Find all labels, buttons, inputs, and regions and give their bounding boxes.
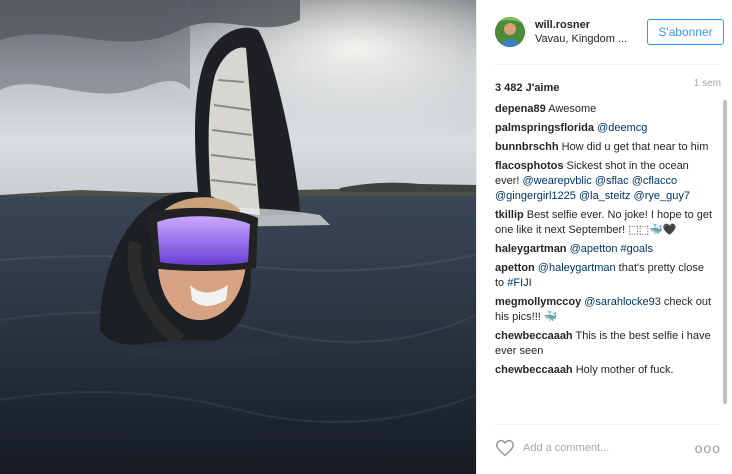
comment-username[interactable]: chewbeccaaah — [495, 364, 573, 376]
comments-list: ~ ~ ~ ~ ~ ~ ~ depena89 Awesome palmsprings… — [495, 96, 713, 410]
avatar-image — [495, 17, 525, 47]
post-sidebar: will.rosner Vavau, Kingdom ... S'abonner… — [476, 0, 732, 474]
comment-text: Awesome — [545, 103, 597, 115]
comment-username[interactable]: palmspringsflorida — [495, 122, 594, 134]
comment-mention[interactable]: @apetton — [570, 243, 618, 255]
post-header: will.rosner Vavau, Kingdom ... S'abonner — [477, 0, 732, 64]
heart-outline-icon[interactable] — [495, 439, 515, 457]
comment-mention[interactable]: @haleygartman — [538, 262, 616, 274]
header-divider — [495, 64, 719, 65]
avatar[interactable] — [495, 17, 525, 47]
comment: ~ ~ ~ ~ ~ ~ ~ — [495, 96, 713, 98]
comment-mention[interactable]: #FIJI — [507, 277, 531, 289]
add-comment-bar: ooo — [495, 434, 721, 462]
comment-text: Holy mother of fuck. — [572, 364, 674, 376]
whale-selfie-image — [0, 0, 476, 474]
location[interactable]: Vavau, Kingdom ... — [535, 32, 635, 47]
comment-mention[interactable]: @gingergirl1225 — [495, 190, 576, 202]
comment: flacosphotos Sickest shot in the ocean e… — [495, 159, 713, 204]
comment-username[interactable]: bunnbrschh — [495, 141, 559, 153]
footer-divider — [495, 424, 719, 425]
comment-text: ~ ~ ~ ~ ~ ~ ~ — [495, 96, 558, 98]
comment: apetton @haleygartman that's pretty clos… — [495, 261, 713, 291]
comment: chewbeccaaah Holy mother of fuck. — [495, 363, 713, 378]
comment: palmspringsflorida @deemcg — [495, 121, 713, 136]
comment-mention[interactable]: #goals — [621, 243, 653, 255]
comment: megmollymccoy @sarahlocke93 check out hi… — [495, 295, 713, 325]
post-photo[interactable] — [0, 0, 476, 474]
comment: bunnbrschh How did u get that near to hi… — [495, 140, 713, 155]
comment-mention[interactable]: @rye_guy7 — [634, 190, 690, 202]
comment-username[interactable]: haleygartman — [495, 243, 567, 255]
likes-count[interactable]: 3 482 J'aime — [495, 82, 559, 94]
comment: chewbeccaaah This is the best selfie i h… — [495, 329, 713, 359]
comment-mention[interactable]: @sarahlocke93 — [584, 296, 661, 308]
more-options-icon[interactable]: ooo — [695, 440, 721, 456]
likes-row: 3 482 J'aime 1 sem — [495, 78, 725, 94]
comment-username[interactable]: chewbeccaaah — [495, 330, 573, 342]
comment-username[interactable]: tkillip — [495, 209, 524, 221]
instagram-post: will.rosner Vavau, Kingdom ... S'abonner… — [0, 0, 732, 474]
comment-mention[interactable]: @la_steitz — [579, 190, 631, 202]
comment-username[interactable]: apetton — [495, 262, 535, 274]
comment-text: How did u get that near to him — [558, 141, 709, 153]
comment-mention[interactable]: @sflac — [595, 175, 629, 187]
comment-username[interactable]: flacosphotos — [495, 160, 563, 172]
comment-mention[interactable]: @cflacco — [632, 175, 677, 187]
post-time[interactable]: 1 sem — [694, 78, 721, 89]
comment: haleygartman @apetton #goals — [495, 242, 713, 257]
comment: depena89 Awesome — [495, 102, 713, 117]
username[interactable]: will.rosner — [535, 18, 635, 32]
comment: tkillip Best selfie ever. No joke! I hop… — [495, 208, 713, 238]
user-info: will.rosner Vavau, Kingdom ... — [535, 18, 635, 47]
comment-text: Best selfie ever. No joke! I hope to get… — [495, 209, 713, 236]
comment-username[interactable]: depena89 — [495, 103, 546, 115]
comment-mention[interactable]: @wearepvblic — [523, 175, 592, 187]
follow-button[interactable]: S'abonner — [647, 19, 724, 45]
comment-username[interactable]: megmollymccoy — [495, 296, 581, 308]
comments-scrollbar[interactable] — [723, 100, 727, 404]
comment-mention[interactable]: @deemcg — [597, 122, 647, 134]
add-comment-input[interactable] — [523, 440, 673, 456]
